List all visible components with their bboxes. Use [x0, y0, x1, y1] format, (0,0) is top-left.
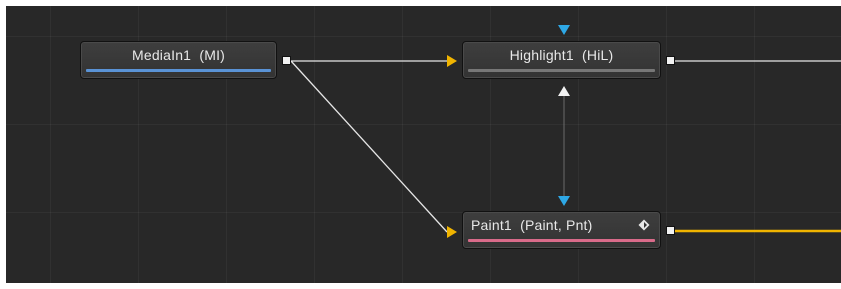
view-input-icon[interactable]	[558, 86, 570, 96]
node-mediain1[interactable]: MediaIn1 (MI)	[80, 41, 277, 79]
node-color-bar	[468, 69, 655, 72]
output-port[interactable]	[282, 56, 291, 65]
node-label: MediaIn1 (MI)	[131, 47, 226, 63]
node-paint1[interactable]: Paint1 (Paint, Pnt)	[462, 211, 661, 249]
output-port[interactable]	[666, 226, 675, 235]
effect-mask-input-icon[interactable]	[558, 25, 570, 35]
output-port[interactable]	[666, 56, 675, 65]
input-arrow-icon[interactable]	[447, 55, 457, 67]
input-arrow-icon[interactable]	[447, 226, 457, 238]
effect-mask-input-icon[interactable]	[558, 196, 570, 206]
node-label: Paint1 (Paint, Pnt)	[471, 217, 593, 233]
node-color-bar	[86, 69, 271, 72]
node-highlight1[interactable]: Highlight1 (HiL)	[462, 41, 661, 79]
keyframe-diamond-icon[interactable]	[638, 219, 650, 231]
node-color-bar	[468, 239, 655, 242]
node-label: Highlight1 (HiL)	[509, 47, 614, 63]
node-editor-frame: MediaIn1 (MI) Highlight1 (HiL) Paint1 (P…	[0, 0, 841, 289]
